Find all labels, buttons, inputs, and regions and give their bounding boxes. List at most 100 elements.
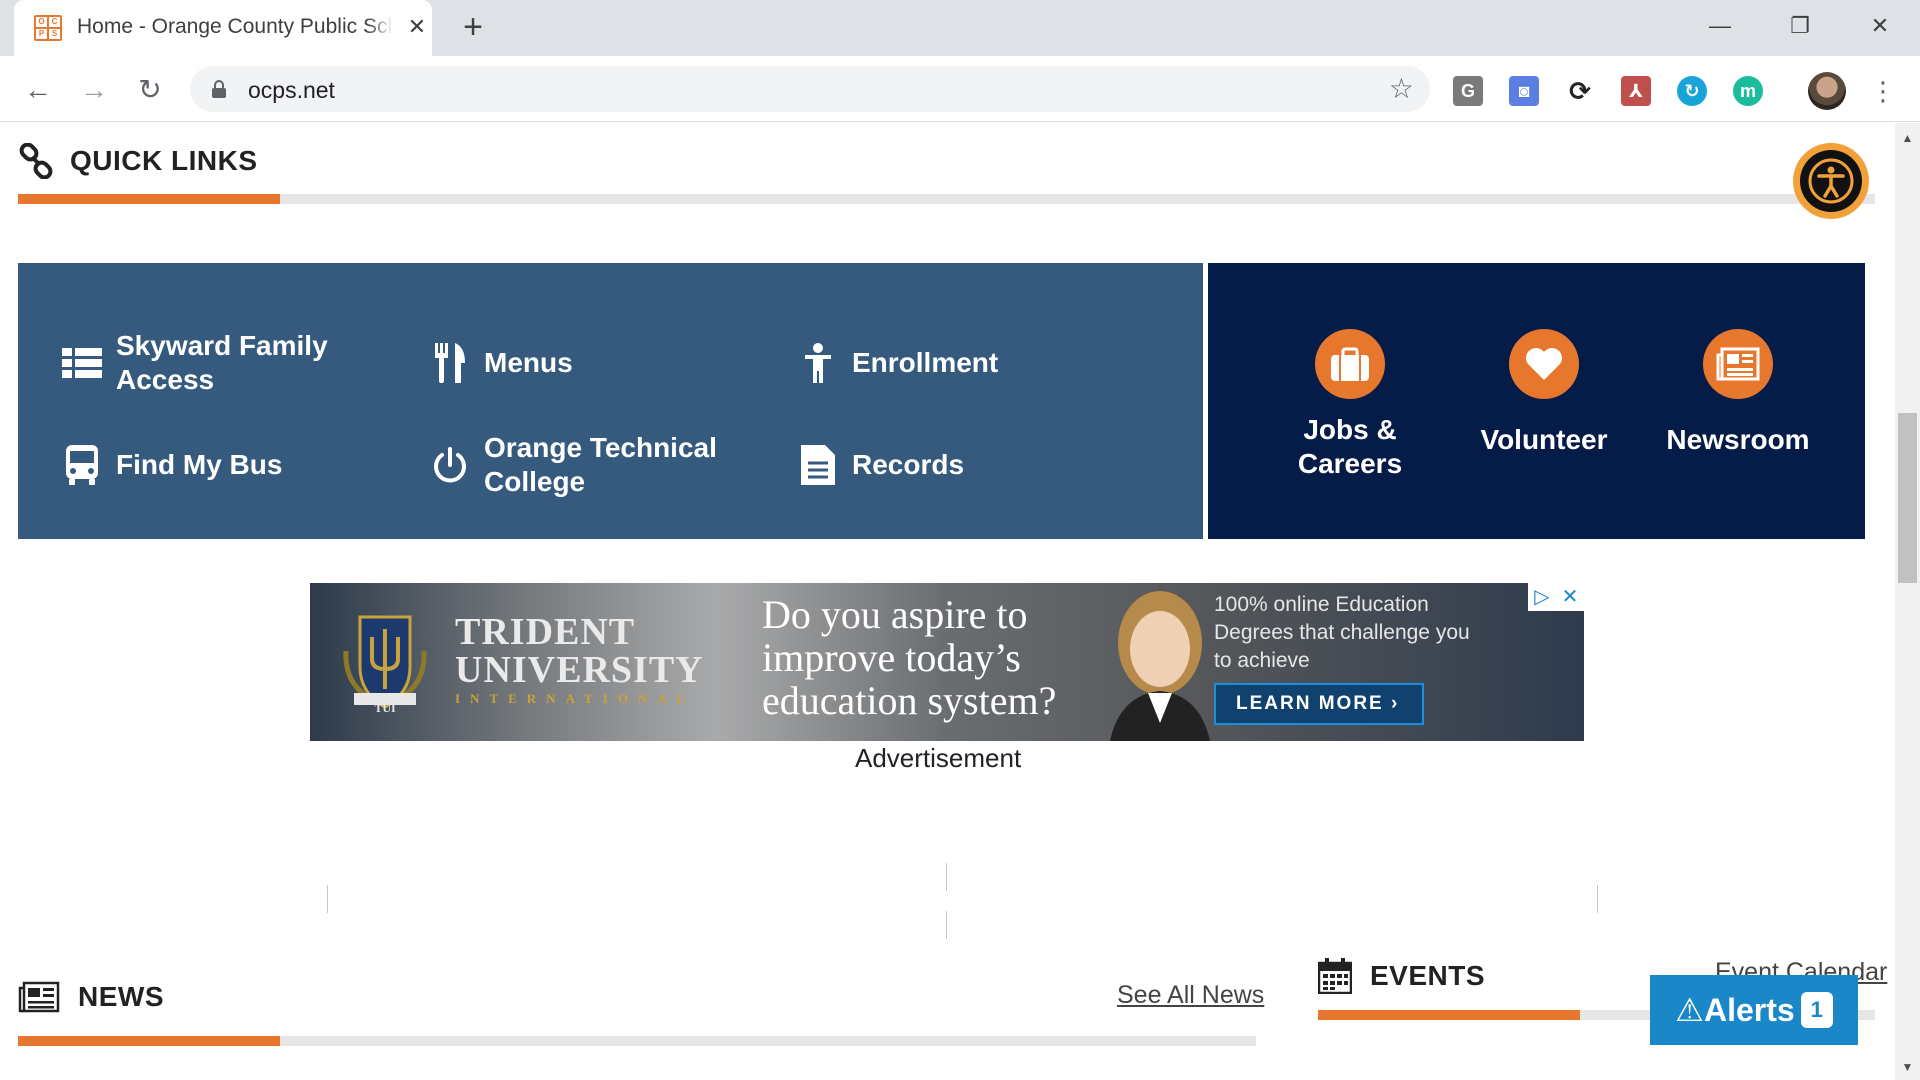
featured-link-label: Volunteer [1480, 424, 1608, 455]
page-content: QUICK LINKS Skyward Family Access Menus … [0, 123, 1895, 1080]
m-extension-icon[interactable]: m [1733, 76, 1763, 106]
news-divider [18, 1036, 1256, 1046]
column-divider [1597, 885, 1598, 913]
featured-link-jobs[interactable]: Jobs & Careers [1260, 329, 1440, 481]
quick-link-label: Menus [484, 347, 573, 378]
newspaper-icon [18, 981, 60, 1013]
crest-text: TUI [374, 701, 396, 713]
quick-link-label: Skyward Family Access [116, 330, 328, 395]
column-divider [946, 911, 947, 939]
url-text[interactable]: ocps.net [248, 77, 335, 104]
utensils-icon [430, 341, 470, 385]
ad-headline: Do you aspire to improve today’s educati… [762, 592, 1057, 723]
capture-extension-icon[interactable]: ↻ [1677, 76, 1707, 106]
tab-title: Home - Orange County Public Schools [77, 15, 393, 39]
quick-link-enrollment[interactable]: Enrollment [798, 329, 998, 397]
pdf-extension-icon[interactable]: ⅄ [1621, 76, 1651, 106]
news-accent-bar [18, 1036, 280, 1046]
quick-links-divider [18, 194, 1875, 204]
ad-brand-line2: UNIVERSITY [455, 649, 704, 691]
page-scrollbar[interactable]: ▲ ▼ [1895, 123, 1920, 1080]
tab-strip: O C P S Home - Orange County Public Scho… [0, 0, 1920, 56]
featured-link-newsroom[interactable]: Newsroom [1648, 329, 1828, 457]
quick-link-records[interactable]: Records [798, 431, 964, 499]
warning-icon: ⚠ [1675, 992, 1704, 1028]
trident-university-crest-icon: TUI [343, 615, 427, 713]
favicon-letter: P [36, 29, 47, 39]
quick-link-menus[interactable]: Menus [430, 329, 573, 397]
document-icon [798, 443, 838, 487]
quick-link-orange-technical-college[interactable]: Orange Technical College [430, 431, 744, 499]
forward-button[interactable]: → [76, 72, 112, 108]
accessibility-button[interactable] [1793, 143, 1869, 219]
bookmark-star-icon[interactable]: ☆ [1389, 74, 1414, 104]
grammarly-extension-icon[interactable]: G [1453, 76, 1483, 106]
browser-tab[interactable]: O C P S Home - Orange County Public Scho… [14, 0, 432, 56]
column-divider [946, 863, 947, 891]
ad-close-icon[interactable]: ✕ [1556, 583, 1584, 611]
browser-menu-icon[interactable]: ⋮ [1870, 74, 1896, 108]
featured-link-label: Jobs & Careers [1297, 414, 1403, 479]
ad-subtext: 100% online Education Degrees that chall… [1214, 593, 1470, 672]
person-icon [798, 341, 838, 385]
favicon-letter: C [49, 17, 60, 27]
list-icon [62, 341, 102, 385]
quick-link-find-my-bus[interactable]: Find My Bus [62, 431, 282, 499]
quick-link-label: Enrollment [852, 347, 999, 378]
quick-links-header: QUICK LINKS [18, 143, 258, 179]
reload-button[interactable]: ↻ [132, 72, 168, 108]
events-title: EVENTS [1370, 960, 1486, 991]
favicon-letter: S [49, 29, 60, 39]
see-all-news-link[interactable]: See All News [1117, 981, 1264, 1010]
sync-extension-icon[interactable]: ⟳ [1565, 76, 1595, 106]
screenshot-extension-icon[interactable]: ◙ [1509, 76, 1539, 106]
ad-brand-subtitle: INTERNATIONAL [455, 691, 696, 706]
featured-link-label: Newsroom [1666, 424, 1810, 455]
back-button[interactable]: ← [20, 72, 56, 108]
ocps-favicon-icon: O C P S [34, 15, 62, 41]
scroll-down-icon[interactable]: ▼ [1895, 1056, 1920, 1078]
favicon-letter: O [36, 17, 47, 27]
ad-brand-line1: TRIDENT [455, 611, 636, 653]
quick-link-label: Orange Technical College [484, 432, 717, 497]
scroll-up-icon[interactable]: ▲ [1895, 127, 1920, 149]
scroll-thumb[interactable] [1898, 413, 1917, 583]
browser-toolbar: ← → ↻ ocps.net ☆ G ◙ ⟳ ⅄ ↻ m ⋮ [0, 56, 1920, 122]
new-tab-button[interactable]: + [455, 10, 491, 46]
briefcase-icon [1315, 329, 1385, 399]
restore-button[interactable]: ❐ [1770, 6, 1830, 46]
quick-link-label: Records [852, 449, 965, 480]
bus-icon [62, 443, 102, 487]
chain-link-icon [19, 143, 53, 179]
quick-link-label: Find My Bus [116, 449, 283, 480]
ad-learn-more-button[interactable]: LEARN MORE › [1214, 683, 1424, 725]
profile-avatar[interactable] [1808, 72, 1846, 110]
events-header: EVENTS [1318, 958, 1485, 994]
lock-icon[interactable] [212, 80, 226, 98]
accessibility-icon [1800, 150, 1862, 212]
news-title: NEWS [78, 981, 164, 1012]
news-header: NEWS [18, 981, 164, 1013]
column-divider [327, 885, 328, 913]
events-accent-bar [1318, 1010, 1580, 1020]
quick-links-panel: Skyward Family Access Menus Enrollment F… [18, 263, 1203, 539]
quick-link-skyward[interactable]: Skyward Family Access [62, 329, 346, 397]
quick-links-accent-bar [18, 194, 280, 204]
alerts-count-badge: 1 [1800, 992, 1833, 1028]
alerts-label: Alerts [1703, 991, 1795, 1028]
address-bar[interactable]: ocps.net ☆ [190, 66, 1430, 112]
advertisement-banner[interactable]: TUI TRIDENT UNIVERSITY INTERNATIONAL Do … [310, 583, 1584, 741]
heart-icon [1509, 329, 1579, 399]
power-icon [430, 443, 470, 487]
tab-close-icon[interactable]: ✕ [404, 14, 430, 40]
featured-links-panel: Jobs & Careers Volunteer Newsroom [1208, 263, 1865, 539]
featured-link-volunteer[interactable]: Volunteer [1454, 329, 1634, 457]
ad-choices-icon[interactable]: ▷ [1528, 583, 1556, 611]
quick-links-title: QUICK LINKS [70, 145, 258, 176]
calendar-icon [1318, 958, 1352, 994]
ad-brand-name: TRIDENT UNIVERSITY [455, 613, 704, 689]
minimize-button[interactable]: — [1690, 6, 1750, 46]
alerts-button[interactable]: ⚠ Alerts 1 [1650, 975, 1858, 1045]
ad-choices[interactable]: ▷ ✕ [1528, 583, 1584, 611]
window-close-button[interactable]: ✕ [1850, 6, 1910, 46]
